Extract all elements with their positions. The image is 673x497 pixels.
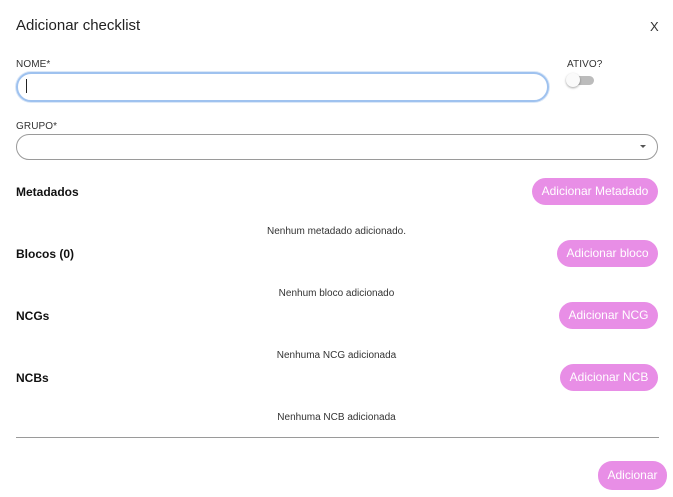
name-label: NOME* — [16, 59, 51, 70]
submit-button[interactable]: Adicionar — [598, 461, 667, 490]
ncbs-empty-message: Nenhuma NCB adicionada — [277, 412, 396, 423]
active-label: ATIVO? — [567, 59, 603, 70]
ncgs-title: NCGs — [16, 309, 50, 323]
close-button[interactable]: X — [650, 19, 659, 34]
metadados-title: Metadados — [16, 185, 79, 199]
dialog-title: Adicionar checklist — [16, 17, 141, 34]
name-input[interactable] — [16, 72, 549, 102]
active-toggle-knob[interactable] — [566, 73, 580, 87]
blocos-title: Blocos (0) — [16, 247, 75, 261]
text-cursor — [26, 79, 27, 93]
chevron-down-icon[interactable] — [640, 145, 646, 148]
divider — [16, 437, 659, 438]
add-metadado-button[interactable]: Adicionar Metadado — [532, 178, 658, 205]
metadados-empty-message: Nenhum metadado adicionado. — [267, 226, 406, 237]
add-bloco-button[interactable]: Adicionar bloco — [557, 240, 658, 267]
group-select[interactable] — [16, 134, 658, 160]
add-ncg-button[interactable]: Adicionar NCG — [559, 302, 658, 329]
ncgs-empty-message: Nenhuma NCG adicionada — [276, 350, 397, 361]
ncbs-title: NCBs — [16, 371, 49, 385]
group-label: GRUPO* — [16, 121, 58, 132]
add-ncb-button[interactable]: Adicionar NCB — [560, 364, 658, 391]
blocos-empty-message: Nenhum bloco adicionado — [278, 288, 395, 299]
